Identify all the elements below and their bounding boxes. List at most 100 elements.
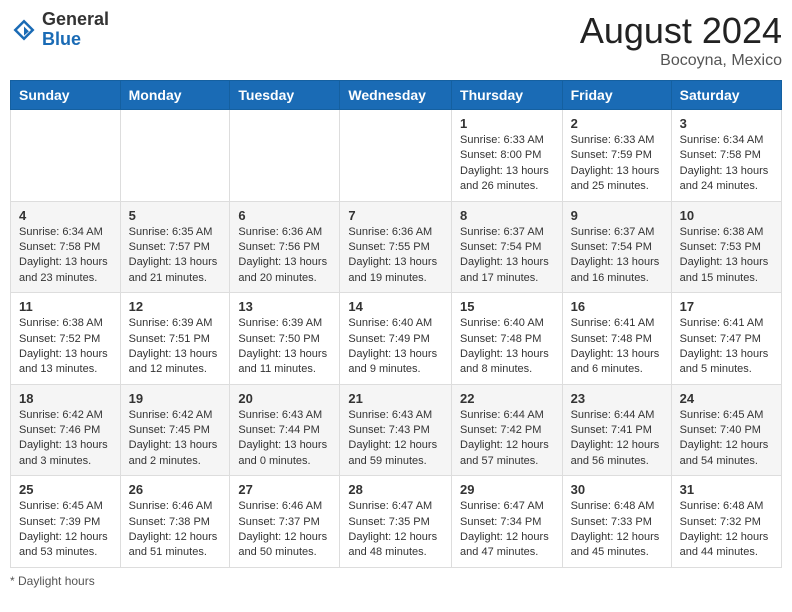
calendar-cell: 10Sunrise: 6:38 AMSunset: 7:53 PMDayligh…	[671, 201, 781, 293]
daylight-text: Daylight: 12 hours and 47 minutes.	[460, 531, 549, 558]
daylight-text: Daylight: 13 hours and 0 minutes.	[238, 439, 327, 466]
daylight-text: Daylight: 13 hours and 19 minutes.	[348, 256, 437, 283]
daylight-text: Daylight: 13 hours and 24 minutes.	[680, 165, 769, 192]
calendar-cell: 26 Sunrise: 6:46 AMSunset: 7:38 PMDayligh…	[120, 476, 230, 568]
sunset-text: Sunset: 7:52 PM	[19, 333, 100, 345]
sunrise-text: Sunrise: 6:42 AM	[19, 409, 103, 421]
sunset-text: Sunset: 7:49 PM	[348, 333, 429, 345]
day-number: 30	[571, 482, 663, 497]
day-number: 20	[238, 391, 331, 406]
day-number: 21	[348, 391, 443, 406]
day-number: 27	[238, 482, 331, 497]
day-info: Sunrise: 6:40 AMSunset: 7:48 PMDaylight:…	[460, 316, 554, 378]
sunset-text: Sunset: 7:37 PM	[238, 516, 319, 528]
sunrise-text: Sunrise: 6:40 AM	[460, 317, 544, 329]
day-number: 18	[19, 391, 112, 406]
sunset-text: Sunset: 7:33 PM	[571, 516, 652, 528]
day-number: 29	[460, 482, 554, 497]
sunrise-text: Sunrise: 6:48 AM	[680, 500, 764, 512]
day-info: Sunrise: 6:48 AMSunset: 7:32 PMDaylight:…	[680, 499, 773, 561]
calendar-cell: 17Sunrise: 6:41 AMSunset: 7:47 PMDayligh…	[671, 293, 781, 385]
day-number: 19	[129, 391, 222, 406]
calendar-cell: 7Sunrise: 6:36 AMSunset: 7:55 PMDaylight…	[340, 201, 452, 293]
day-info: Sunrise: 6:37 AMSunset: 7:54 PMDaylight:…	[460, 225, 554, 287]
day-info: Sunrise: 6:39 AMSunset: 7:51 PMDaylight:…	[129, 316, 222, 378]
calendar-cell: 25Sunrise: 6:45 AMSunset: 7:39 PMDayligh…	[11, 476, 121, 568]
calendar-cell: 6Sunrise: 6:36 AMSunset: 7:56 PMDaylight…	[230, 201, 340, 293]
daylight-text: Daylight: 12 hours and 44 minutes.	[680, 531, 769, 558]
day-number: 4	[19, 208, 112, 223]
sunrise-text: Sunrise: 6:43 AM	[348, 409, 432, 421]
day-info: Sunrise: 6:34 AMSunset: 7:58 PMDaylight:…	[680, 133, 773, 195]
calendar-header-row: SundayMondayTuesdayWednesdayThursdayFrid…	[11, 81, 782, 110]
daylight-text: Daylight: 13 hours and 15 minutes.	[680, 256, 769, 283]
sunset-text: Sunset: 7:40 PM	[680, 424, 761, 436]
day-number: 8	[460, 208, 554, 223]
day-info: Sunrise: 6:48 AM Sunset: 7:33 PM Daylight:…	[571, 499, 663, 561]
daylight-text: Daylight: 13 hours and 8 minutes.	[460, 348, 549, 375]
sunrise-text: Sunrise: 6:48 AM	[571, 500, 655, 512]
day-info: Sunrise: 6:39 AMSunset: 7:50 PMDaylight:…	[238, 316, 331, 378]
day-number: 31	[680, 482, 773, 497]
sunset-text: Sunset: 7:43 PM	[348, 424, 429, 436]
calendar-cell: 28Sunrise: 6:47 AMSunset: 7:35 PMDayligh…	[340, 476, 452, 568]
sunset-text: Sunset: 7:56 PM	[238, 241, 319, 253]
day-info: Sunrise: 6:46 AMSunset: 7:38 PMDaylight:…	[129, 499, 222, 561]
calendar-day-header: Wednesday	[340, 81, 452, 110]
calendar-week-row: 11Sunrise: 6:38 AMSunset: 7:52 PMDayligh…	[11, 293, 782, 385]
day-info: Sunrise: 6:43 AMSunset: 7:44 PMDaylight:…	[238, 408, 331, 470]
sunrise-text: Sunrise: 6:40 AM	[348, 317, 432, 329]
day-number: 14	[348, 299, 443, 314]
sunrise-text: Sunrise: 6:41 AM	[680, 317, 764, 329]
day-info: Sunrise: 6:34 AMSunset: 7:58 PMDaylight:…	[19, 225, 112, 287]
calendar-cell: 5Sunrise: 6:35 AMSunset: 7:57 PMDaylight…	[120, 201, 230, 293]
page-header: General Blue August 2024 Bocoyna, Mexico	[10, 10, 782, 70]
calendar-day-header: Tuesday	[230, 81, 340, 110]
calendar-day-header: Friday	[562, 81, 671, 110]
day-info: Sunrise: 6:33 AMSunset: 7:59 PMDaylight:…	[571, 133, 663, 195]
sunset-text: Sunset: 7:54 PM	[460, 241, 541, 253]
day-info: Sunrise: 6:42 AMSunset: 7:45 PMDaylight:…	[129, 408, 222, 470]
day-number: 6	[238, 208, 331, 223]
daylight-text: Daylight: 13 hours and 16 minutes.	[571, 256, 660, 283]
day-info: Sunrise: 6:33 AMSunset: 8:00 PMDaylight:…	[460, 133, 554, 195]
daylight-text: Daylight: 13 hours and 25 minutes.	[571, 165, 660, 192]
day-info: Sunrise: 6:35 AMSunset: 7:57 PMDaylight:…	[129, 225, 222, 287]
calendar-cell: 2Sunrise: 6:33 AMSunset: 7:59 PMDaylight…	[562, 110, 671, 202]
day-number: 1	[460, 116, 554, 131]
sunset-text: Sunset: 7:54 PM	[571, 241, 652, 253]
sunset-text: Sunset: 7:48 PM	[571, 333, 652, 345]
sunset-text: Sunset: 7:41 PM	[571, 424, 652, 436]
calendar-cell	[340, 110, 452, 202]
day-number: 12	[129, 299, 222, 314]
sunset-text: Sunset: 7:47 PM	[680, 333, 761, 345]
sunset-text: Sunset: 7:57 PM	[129, 241, 210, 253]
day-info: Sunrise: 6:41 AMSunset: 7:47 PMDaylight:…	[680, 316, 773, 378]
day-info: Sunrise: 6:40 AMSunset: 7:49 PMDaylight:…	[348, 316, 443, 378]
daylight-text: Daylight: 12 hours and 45 minutes.	[571, 531, 660, 558]
calendar-cell: 21Sunrise: 6:43 AMSunset: 7:43 PMDayligh…	[340, 384, 452, 476]
daylight-text: Daylight: 12 hours and 56 minutes.	[571, 439, 660, 466]
day-info: Sunrise: 6:44 AMSunset: 7:42 PMDaylight:…	[460, 408, 554, 470]
daylight-text: Daylight: 13 hours and 6 minutes.	[571, 348, 660, 375]
sunset-text: Sunset: 7:53 PM	[680, 241, 761, 253]
sunrise-text: Sunrise: 6:37 AM	[571, 226, 655, 238]
day-info: Sunrise: 6:45 AMSunset: 7:39 PMDaylight:…	[19, 499, 112, 561]
logo-text: General Blue	[42, 10, 109, 50]
sunrise-text: Sunrise: 6:36 AM	[238, 226, 322, 238]
calendar-day-header: Sunday	[11, 81, 121, 110]
footer-note: * Daylight hours	[10, 574, 782, 588]
calendar-cell: 22Sunrise: 6:44 AMSunset: 7:42 PMDayligh…	[452, 384, 563, 476]
calendar-week-row: 1 Sunrise: 6:33 AMSunset: 8:00 PMDaylight…	[11, 110, 782, 202]
daylight-text: Daylight: 12 hours and 53 minutes.	[19, 531, 108, 558]
calendar-cell	[120, 110, 230, 202]
sunset-text: Sunset: 7:44 PM	[238, 424, 319, 436]
day-info: Sunrise: 6:36 AMSunset: 7:56 PMDaylight:…	[238, 225, 331, 287]
sunset-text: Sunset: 7:58 PM	[19, 241, 100, 253]
sunrise-text: Sunrise: 6:38 AM	[19, 317, 103, 329]
sunset-text: Sunset: 7:34 PM	[460, 516, 541, 528]
day-info: Sunrise: 6:41 AMSunset: 7:48 PMDaylight:…	[571, 316, 663, 378]
day-number: 26	[129, 482, 222, 497]
calendar-cell	[230, 110, 340, 202]
sunrise-text: Sunrise: 6:33 AM	[571, 134, 655, 146]
